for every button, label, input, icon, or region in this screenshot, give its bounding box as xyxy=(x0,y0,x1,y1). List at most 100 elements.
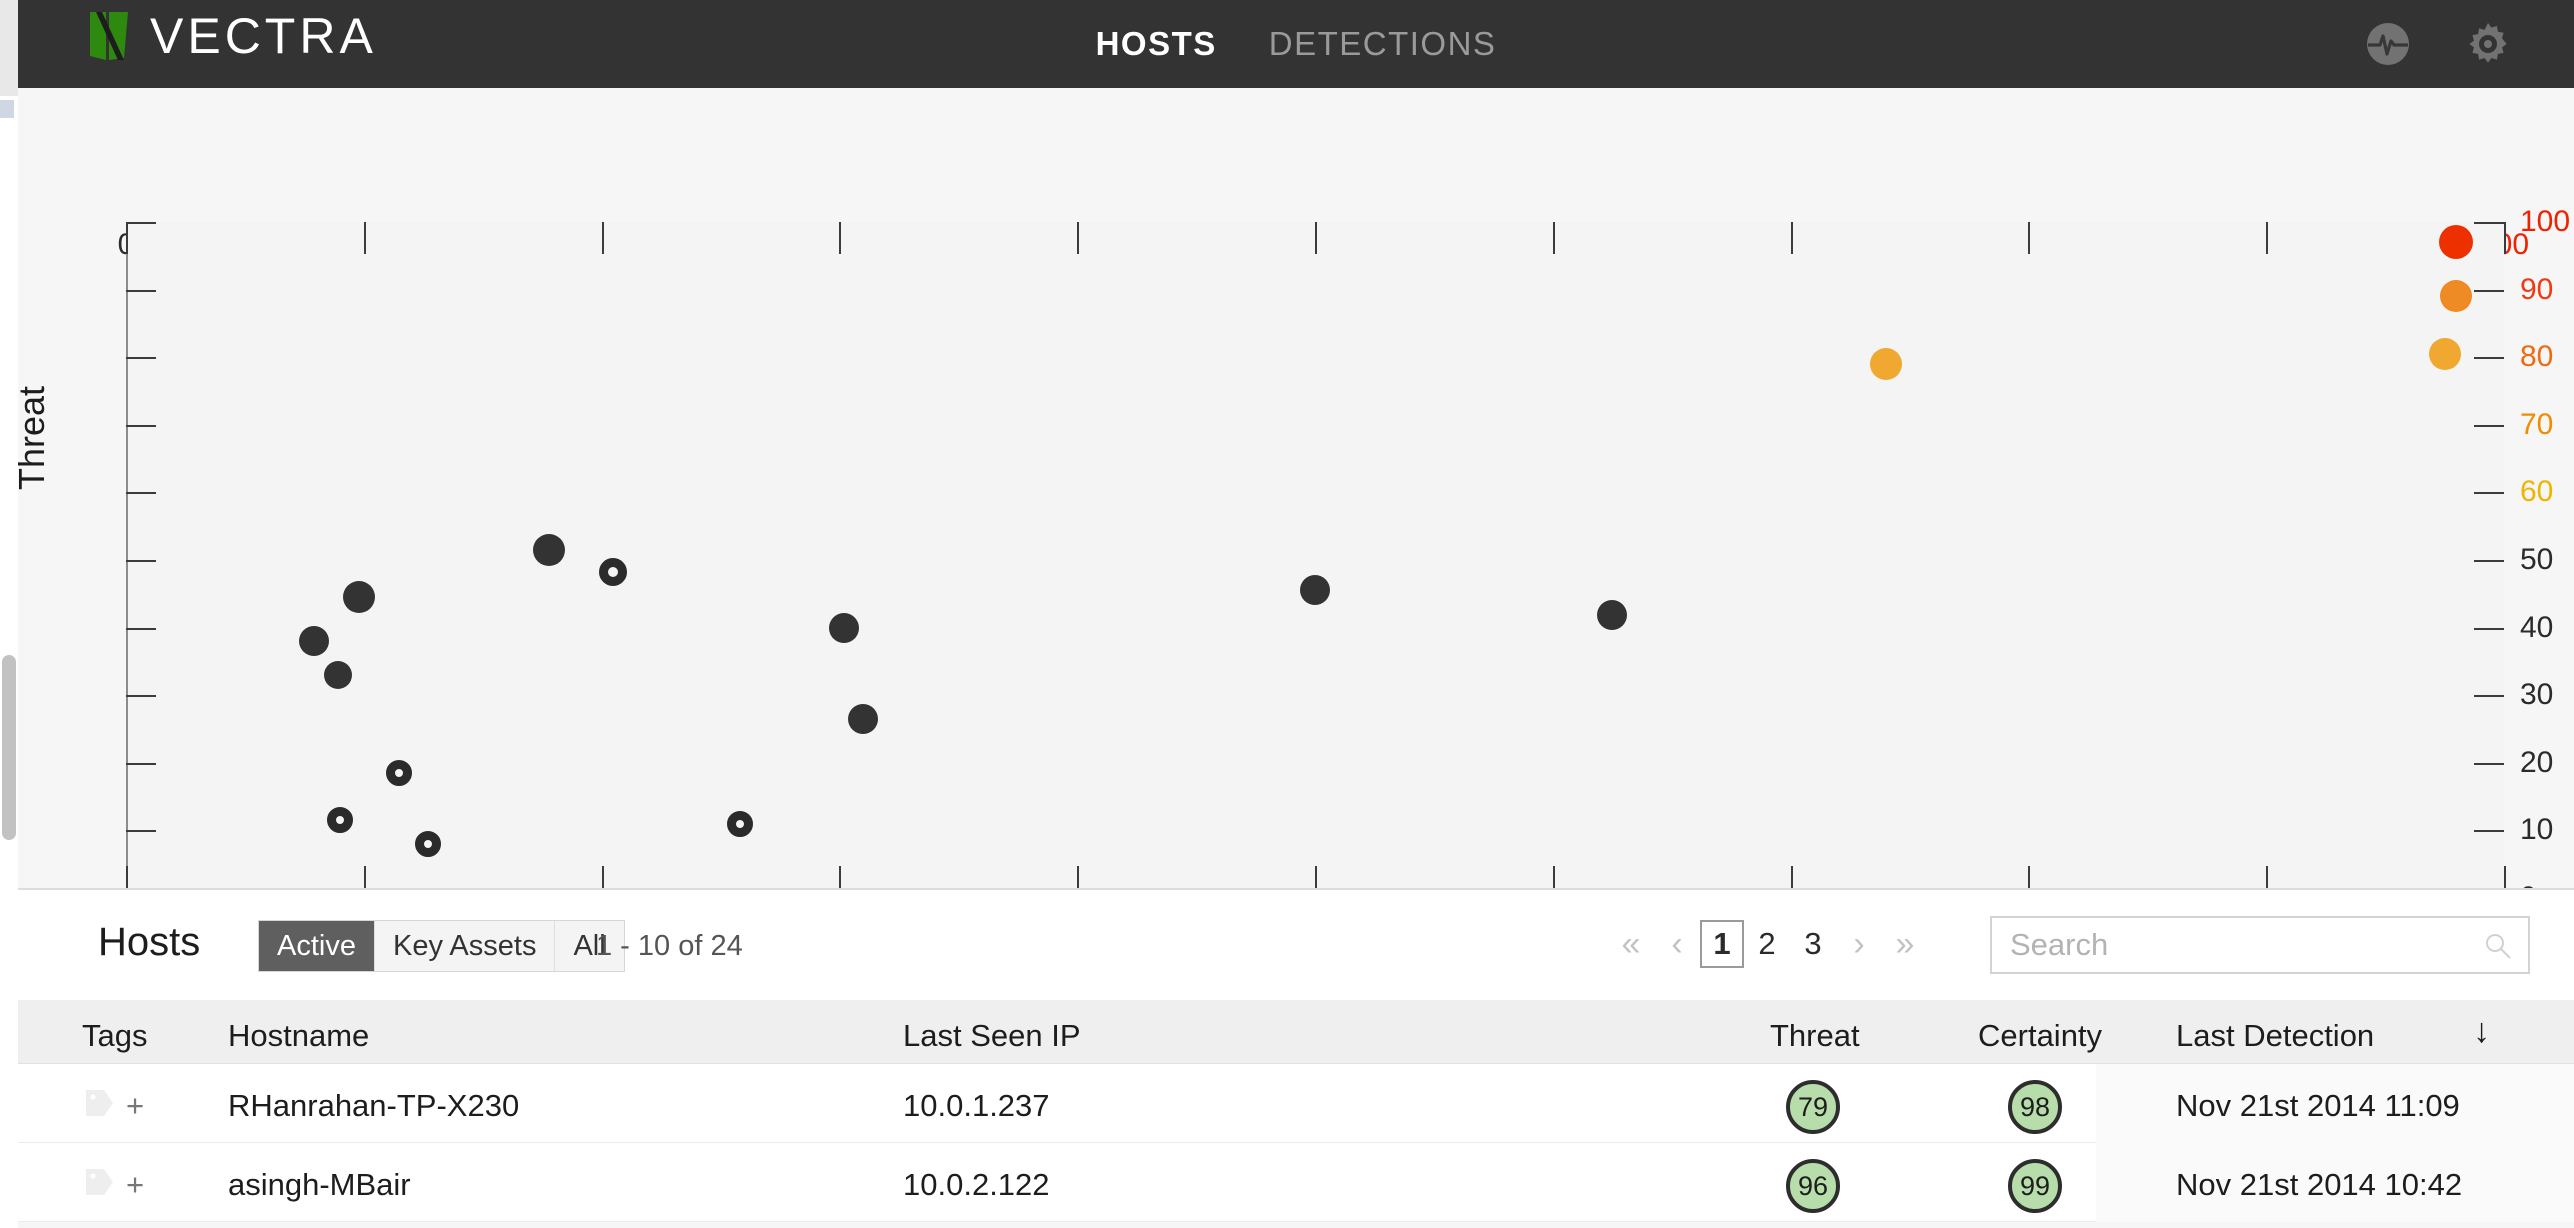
scatter-point[interactable] xyxy=(2440,280,2473,313)
threat-certainty-scatter-chart: Threat Certainty 0102030405060708090100 … xyxy=(11,88,2574,977)
y-tick-80 xyxy=(2474,357,2504,360)
hosts-toolbar: Hosts Active Key Assets All 1 - 10 of 24… xyxy=(18,890,2574,1000)
search-icon xyxy=(2484,932,2512,960)
table-row[interactable]: + RHanrahan-TP-X230 10.0.1.237 79 98 Nov 21st… xyxy=(18,1064,2574,1143)
search-input[interactable] xyxy=(2010,918,2450,972)
scatter-point[interactable] xyxy=(2439,225,2474,260)
col-threat[interactable]: Threat xyxy=(1770,1018,1860,1054)
cell-last-detection: Nov 21st 2014 11:09 xyxy=(2176,1088,2460,1123)
tag-icon xyxy=(82,1165,116,1199)
threat-score-badge: 79 xyxy=(1786,1080,1840,1134)
x-tick-60 xyxy=(1552,222,1555,254)
col-last-detection[interactable]: Last Detection xyxy=(2176,1018,2374,1054)
y-tick-left-50 xyxy=(126,560,156,562)
add-tag-button[interactable]: + xyxy=(126,1167,144,1203)
table-header-row: Tags Hostname Last Seen IP Threat Certai… xyxy=(18,1000,2574,1064)
pulse-icon[interactable] xyxy=(2364,20,2412,68)
scatter-point[interactable] xyxy=(1869,347,1902,380)
x-tick-0 xyxy=(126,222,128,254)
sort-descending-icon[interactable]: ↓ xyxy=(2473,1012,2490,1051)
scatter-point[interactable] xyxy=(327,807,354,834)
page-3-button[interactable]: 3 xyxy=(1790,918,1836,970)
filter-key-assets[interactable]: Key Assets xyxy=(375,921,556,971)
y-tick-label-90: 90 xyxy=(2520,272,2554,306)
col-hostname[interactable]: Hostname xyxy=(228,1018,369,1054)
window-marker xyxy=(0,100,14,118)
y-tick-60 xyxy=(2474,492,2504,495)
table-row[interactable]: + asingh-MBair 10.0.2.122 96 99 Nov 21st 2014… xyxy=(18,1143,2574,1222)
cell-last-seen-ip: 10.0.1.237 xyxy=(903,1088,1050,1123)
scatter-point[interactable] xyxy=(343,581,376,614)
y-tick-label-30: 30 xyxy=(2520,678,2554,712)
nav-item-hosts[interactable]: HOSTS xyxy=(1096,25,1217,63)
scatter-point[interactable] xyxy=(829,612,860,643)
tag-icon xyxy=(82,1086,116,1120)
scatter-point[interactable] xyxy=(599,558,628,587)
y-tick-70 xyxy=(2474,424,2504,427)
nav-links: HOSTS DETECTIONS xyxy=(18,0,2574,88)
cell-hostname[interactable]: RHanrahan-TP-X230 xyxy=(228,1088,519,1124)
page-last-button[interactable]: » xyxy=(1882,918,1928,970)
search-box[interactable] xyxy=(1990,916,2530,974)
window-left-edge xyxy=(0,0,18,1228)
x-tick-90 xyxy=(2266,222,2269,254)
y-tick-left-40 xyxy=(126,627,156,630)
x-tick-40 xyxy=(1077,222,1080,254)
y-tick-50 xyxy=(2474,560,2504,562)
y-tick-left-60 xyxy=(126,492,156,495)
scatter-point[interactable] xyxy=(386,759,413,786)
y-tick-left-100 xyxy=(126,222,156,224)
cell-last-seen-ip: 10.0.2.122 xyxy=(903,1167,1050,1202)
y-tick-30 xyxy=(2474,695,2504,698)
result-count: 1 - 10 of 24 xyxy=(596,930,743,962)
y-tick-label-100: 100 xyxy=(2520,205,2571,238)
y-tick-label-10: 10 xyxy=(2520,813,2554,847)
page-1-button[interactable]: 1 xyxy=(1700,920,1744,968)
y-tick-90 xyxy=(2474,289,2504,292)
certainty-score-badge: 99 xyxy=(2008,1159,2062,1213)
page-next-button[interactable]: › xyxy=(1836,918,1882,970)
scatter-point[interactable] xyxy=(323,660,352,689)
filter-active[interactable]: Active xyxy=(259,921,375,971)
page-prev-button[interactable]: ‹ xyxy=(1654,918,1700,970)
scatter-point[interactable] xyxy=(298,626,329,657)
x-tick-20 xyxy=(601,222,604,254)
page-scrollbar-thumb[interactable] xyxy=(2,655,16,840)
y-tick-left-80 xyxy=(126,357,156,360)
scatter-point[interactable] xyxy=(1597,600,1628,631)
scatter-point[interactable] xyxy=(1300,575,1330,606)
page-2-button[interactable]: 2 xyxy=(1744,918,1790,970)
hosts-title: Hosts xyxy=(98,920,201,964)
gear-icon[interactable] xyxy=(2464,20,2512,68)
x-tick-30 xyxy=(839,222,842,254)
nav-item-detections[interactable]: DETECTIONS xyxy=(1269,25,1497,63)
cell-last-detection: Nov 21st 2014 10:42 xyxy=(2176,1167,2463,1202)
plot-region xyxy=(108,196,2508,906)
y-axis-title: Threat xyxy=(11,385,52,491)
host-filter-group: Active Key Assets All xyxy=(258,920,625,972)
scatter-point[interactable] xyxy=(726,810,753,837)
x-tick-100 xyxy=(2504,222,2506,254)
scatter-point[interactable] xyxy=(415,830,441,857)
top-navbar: VECTRA HOSTS DETECTIONS xyxy=(18,0,2574,88)
col-last-seen-ip[interactable]: Last Seen IP xyxy=(903,1018,1081,1054)
y-tick-100 xyxy=(2474,222,2504,224)
hosts-table: Tags Hostname Last Seen IP Threat Certai… xyxy=(18,1000,2574,1222)
cell-hostname[interactable]: asingh-MBair xyxy=(228,1167,411,1203)
col-certainty[interactable]: Certainty xyxy=(1978,1018,2102,1054)
y-tick-label-70: 70 xyxy=(2520,407,2554,441)
scatter-point[interactable] xyxy=(848,703,879,734)
x-tick-80 xyxy=(2028,222,2031,254)
y-tick-label-20: 20 xyxy=(2520,745,2554,779)
scatter-point[interactable] xyxy=(533,533,566,566)
y-tick-20 xyxy=(2474,762,2504,765)
y-tick-left-90 xyxy=(126,289,156,292)
y-tick-label-50: 50 xyxy=(2520,543,2554,576)
y-tick-label-80: 80 xyxy=(2520,340,2554,374)
page-first-button[interactable]: « xyxy=(1608,918,1654,970)
x-tick-50 xyxy=(1315,222,1317,254)
y-tick-left-20 xyxy=(126,762,156,765)
add-tag-button[interactable]: + xyxy=(126,1088,144,1124)
scatter-point[interactable] xyxy=(2428,337,2461,370)
col-tags[interactable]: Tags xyxy=(82,1018,147,1054)
